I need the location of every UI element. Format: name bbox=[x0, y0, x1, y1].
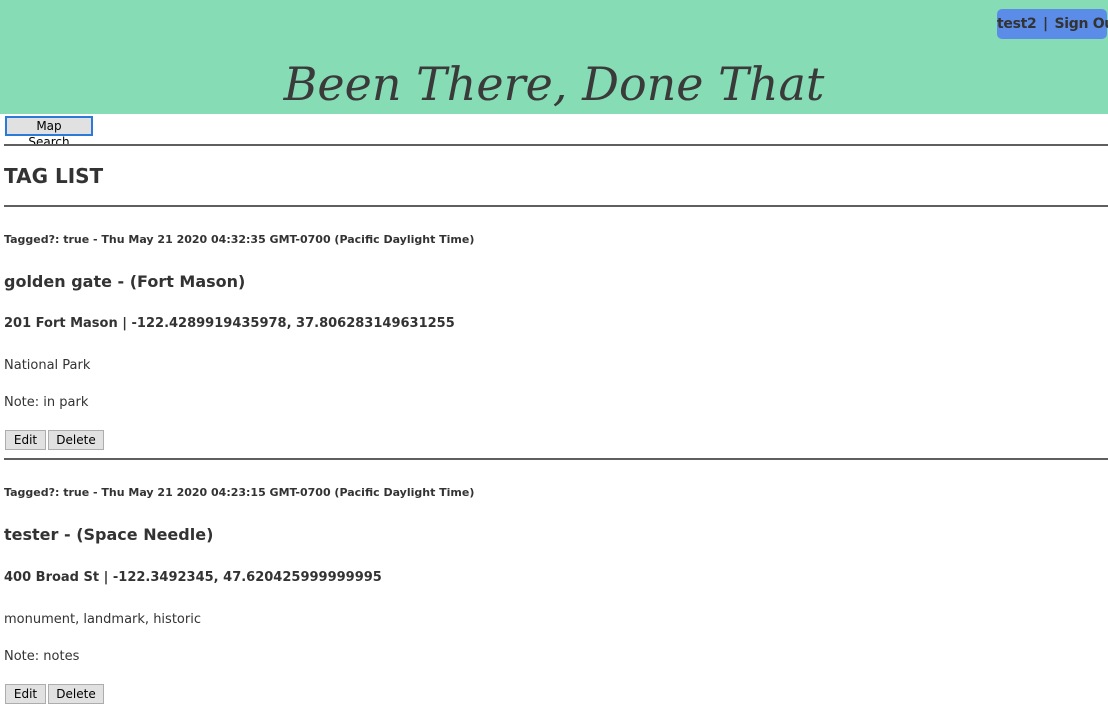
site-title: Been There, Done That bbox=[283, 57, 825, 111]
tag-tagged-status: Tagged?: true - Thu May 21 2020 04:32:35… bbox=[4, 233, 475, 246]
edit-button[interactable]: Edit bbox=[5, 430, 46, 450]
tag-name: tester - (Space Needle) bbox=[4, 525, 214, 544]
divider bbox=[4, 205, 1108, 207]
divider bbox=[4, 144, 1108, 146]
tag-address: 400 Broad St | -122.3492345, 47.62042599… bbox=[4, 570, 382, 585]
tag-address: 201 Fort Mason | -122.4289919435978, 37.… bbox=[4, 316, 455, 331]
tag-tagged-status: Tagged?: true - Thu May 21 2020 04:23:15… bbox=[4, 486, 475, 499]
tag-categories: monument, landmark, historic bbox=[4, 612, 201, 627]
sign-out-link[interactable]: Sign Out bbox=[1054, 16, 1108, 32]
user-badge: test2 | Sign Out bbox=[997, 9, 1108, 39]
site-header: test2 | Sign Out Been There, Done That bbox=[0, 0, 1108, 114]
map-search-button[interactable]: Map Search bbox=[5, 116, 93, 149]
section-title: TAG LIST bbox=[4, 164, 104, 188]
delete-button[interactable]: Delete bbox=[48, 430, 104, 450]
tag-note: Note: notes bbox=[4, 649, 80, 664]
tag-note: Note: in park bbox=[4, 395, 89, 410]
tag-name: golden gate - (Fort Mason) bbox=[4, 272, 246, 291]
divider bbox=[4, 458, 1108, 460]
tag-categories: National Park bbox=[4, 358, 91, 373]
delete-button[interactable]: Delete bbox=[48, 684, 104, 704]
edit-button[interactable]: Edit bbox=[5, 684, 46, 704]
user-separator: | bbox=[1043, 16, 1048, 32]
username: test2 bbox=[997, 16, 1037, 32]
